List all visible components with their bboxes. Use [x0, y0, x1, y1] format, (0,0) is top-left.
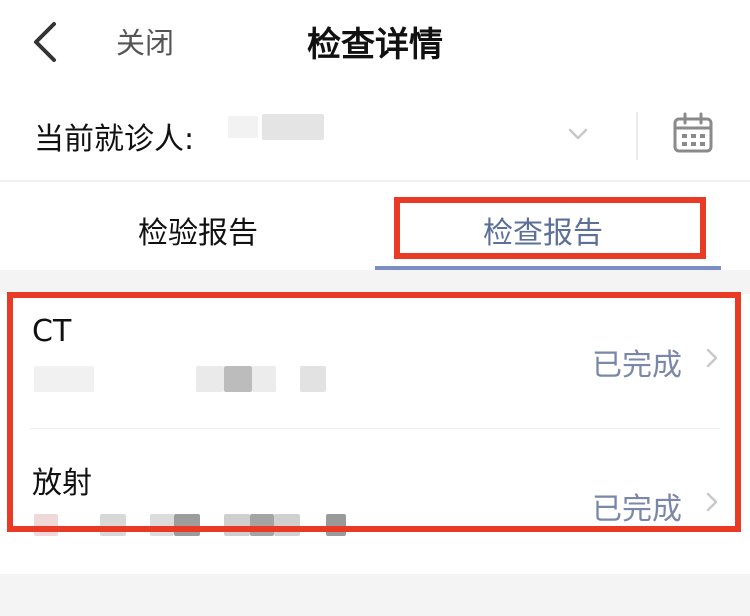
highlight-box-tab	[394, 197, 706, 259]
section-gap	[0, 270, 750, 294]
chevron-down-icon[interactable]	[566, 124, 590, 144]
patient-label: 当前就诊人:	[34, 122, 195, 157]
tab-lab-report[interactable]: 检验报告	[138, 208, 258, 252]
highlight-box-list	[7, 292, 741, 532]
navigation-bar: 关闭 检查详情	[0, 0, 750, 86]
calendar-icon[interactable]	[672, 112, 714, 154]
bottom-background	[0, 574, 750, 616]
page-title: 检查详情	[307, 25, 443, 65]
vertical-divider	[636, 112, 638, 160]
